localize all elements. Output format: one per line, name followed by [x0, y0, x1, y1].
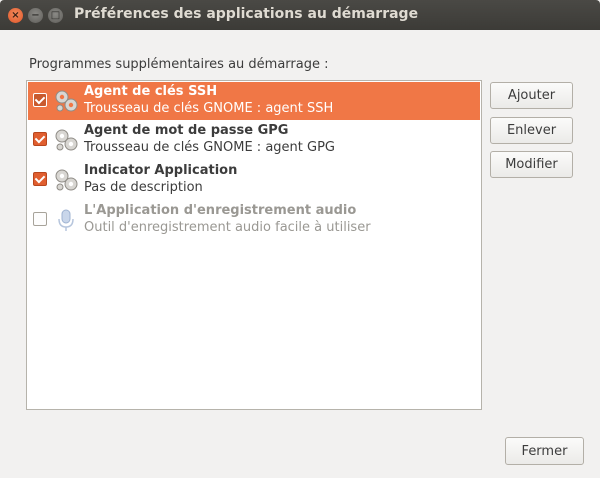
enable-checkbox[interactable]: [33, 132, 47, 146]
gears-icon: [55, 129, 78, 151]
list-item[interactable]: Agent de clés SSH Trousseau de clés GNOM…: [28, 82, 480, 120]
close-icon: ×: [11, 9, 20, 21]
window-maximize-button[interactable]: □: [48, 8, 63, 23]
minimize-icon: −: [31, 9, 40, 21]
gears-icon: [55, 169, 78, 191]
list-item[interactable]: L'Application d'enregistrement audio Out…: [28, 201, 480, 239]
maximize-icon: □: [50, 9, 61, 21]
gears-icon: [55, 90, 78, 112]
window-title: Préférences des applications au démarrag…: [74, 6, 419, 22]
app-name: Agent de mot de passe GPG: [84, 123, 289, 138]
startup-programs-list[interactable]: Agent de clés SSH Trousseau de clés GNOM…: [26, 80, 482, 410]
close-button[interactable]: Fermer: [505, 437, 584, 465]
list-item[interactable]: Indicator Application Pas de description: [28, 161, 480, 199]
app-description: Outil d'enregistrement audio facile à ut…: [84, 220, 371, 235]
enable-checkbox[interactable]: [33, 212, 47, 226]
edit-button[interactable]: Modifier: [490, 151, 573, 178]
list-item[interactable]: Agent de mot de passe GPG Trousseau de c…: [28, 121, 480, 159]
title-bar: × − □ Préférences des applications au dé…: [0, 0, 600, 30]
add-button[interactable]: Ajouter: [490, 82, 573, 109]
window-close-button[interactable]: ×: [8, 8, 23, 23]
microphone-icon: [58, 209, 74, 231]
window-minimize-button[interactable]: −: [28, 8, 43, 23]
app-description: Trousseau de clés GNOME : agent GPG: [84, 140, 335, 155]
app-name: Indicator Application: [84, 163, 238, 178]
app-name: Agent de clés SSH: [84, 84, 218, 99]
enable-checkbox[interactable]: [33, 93, 47, 107]
enable-checkbox[interactable]: [33, 172, 47, 186]
app-name: L'Application d'enregistrement audio: [84, 203, 357, 218]
remove-button[interactable]: Enlever: [490, 117, 573, 144]
section-label: Programmes supplémentaires au démarrage …: [29, 57, 329, 72]
app-description: Trousseau de clés GNOME : agent SSH: [84, 101, 334, 116]
app-description: Pas de description: [84, 180, 203, 195]
